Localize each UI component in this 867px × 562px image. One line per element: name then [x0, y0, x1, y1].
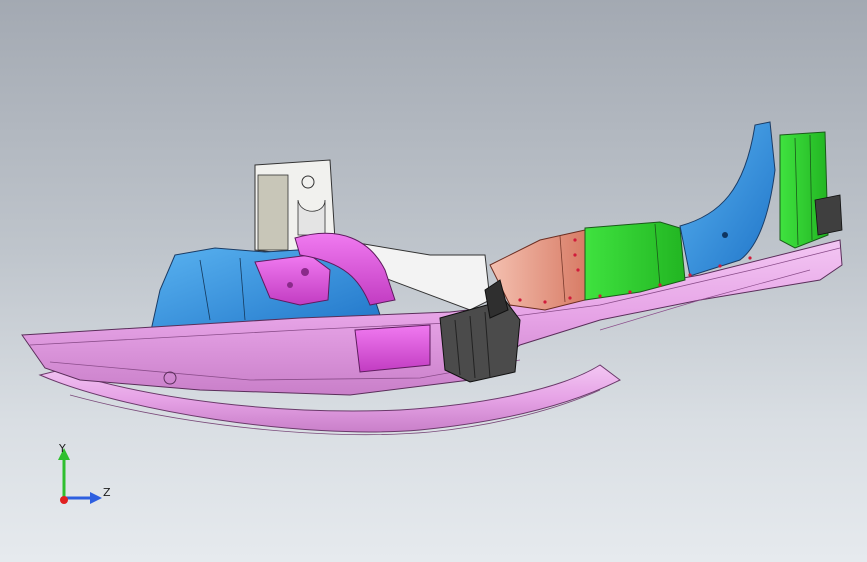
- z-axis-head: [90, 492, 102, 504]
- y-axis-label: Y: [59, 442, 66, 455]
- cad-3d-viewport[interactable]: Y Z: [0, 0, 867, 562]
- x-axis-dot: [60, 496, 68, 504]
- front-rail-blue: [679, 121, 776, 277]
- car-underbody-model[interactable]: [0, 0, 867, 562]
- z-axis-label: Z: [103, 486, 111, 499]
- magenta-box: [354, 324, 431, 373]
